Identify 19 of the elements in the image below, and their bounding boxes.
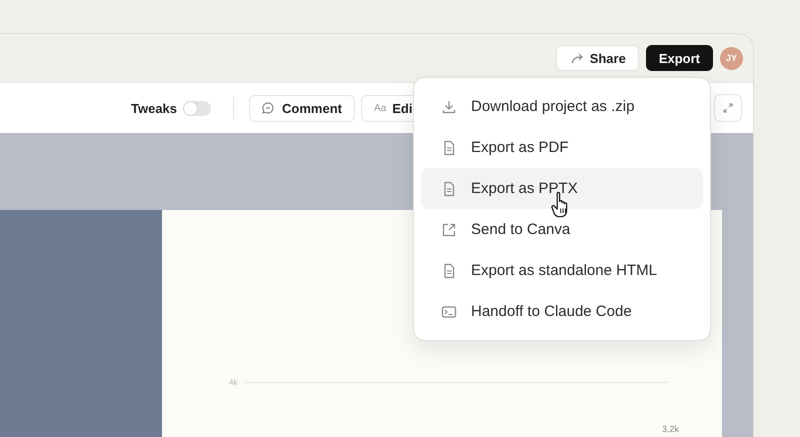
export-button[interactable]: Export bbox=[646, 45, 713, 71]
tweaks-label: Tweaks bbox=[131, 100, 178, 116]
menu-item[interactable]: Export as standalone HTML bbox=[421, 250, 703, 291]
download-icon bbox=[441, 98, 457, 114]
expand-icon bbox=[723, 103, 733, 113]
menu-item[interactable]: Handoff to Claude Code bbox=[421, 291, 703, 332]
value-label: 3.2k bbox=[662, 424, 680, 434]
terminal-icon bbox=[441, 304, 457, 320]
menu-item[interactable]: Export as PPTX bbox=[421, 168, 703, 209]
menu-item[interactable]: Export as PDF bbox=[421, 127, 703, 168]
share-button[interactable]: Share bbox=[556, 45, 639, 71]
comment-button[interactable]: Comment bbox=[249, 94, 355, 122]
external-icon bbox=[441, 222, 457, 238]
comment-icon bbox=[262, 102, 274, 114]
expand-button[interactable] bbox=[714, 94, 742, 122]
menu-item[interactable]: Send to Canva bbox=[421, 209, 703, 250]
axis-label: 4k bbox=[229, 378, 238, 387]
tweaks-toggle[interactable] bbox=[183, 100, 212, 116]
share-icon bbox=[570, 52, 584, 64]
